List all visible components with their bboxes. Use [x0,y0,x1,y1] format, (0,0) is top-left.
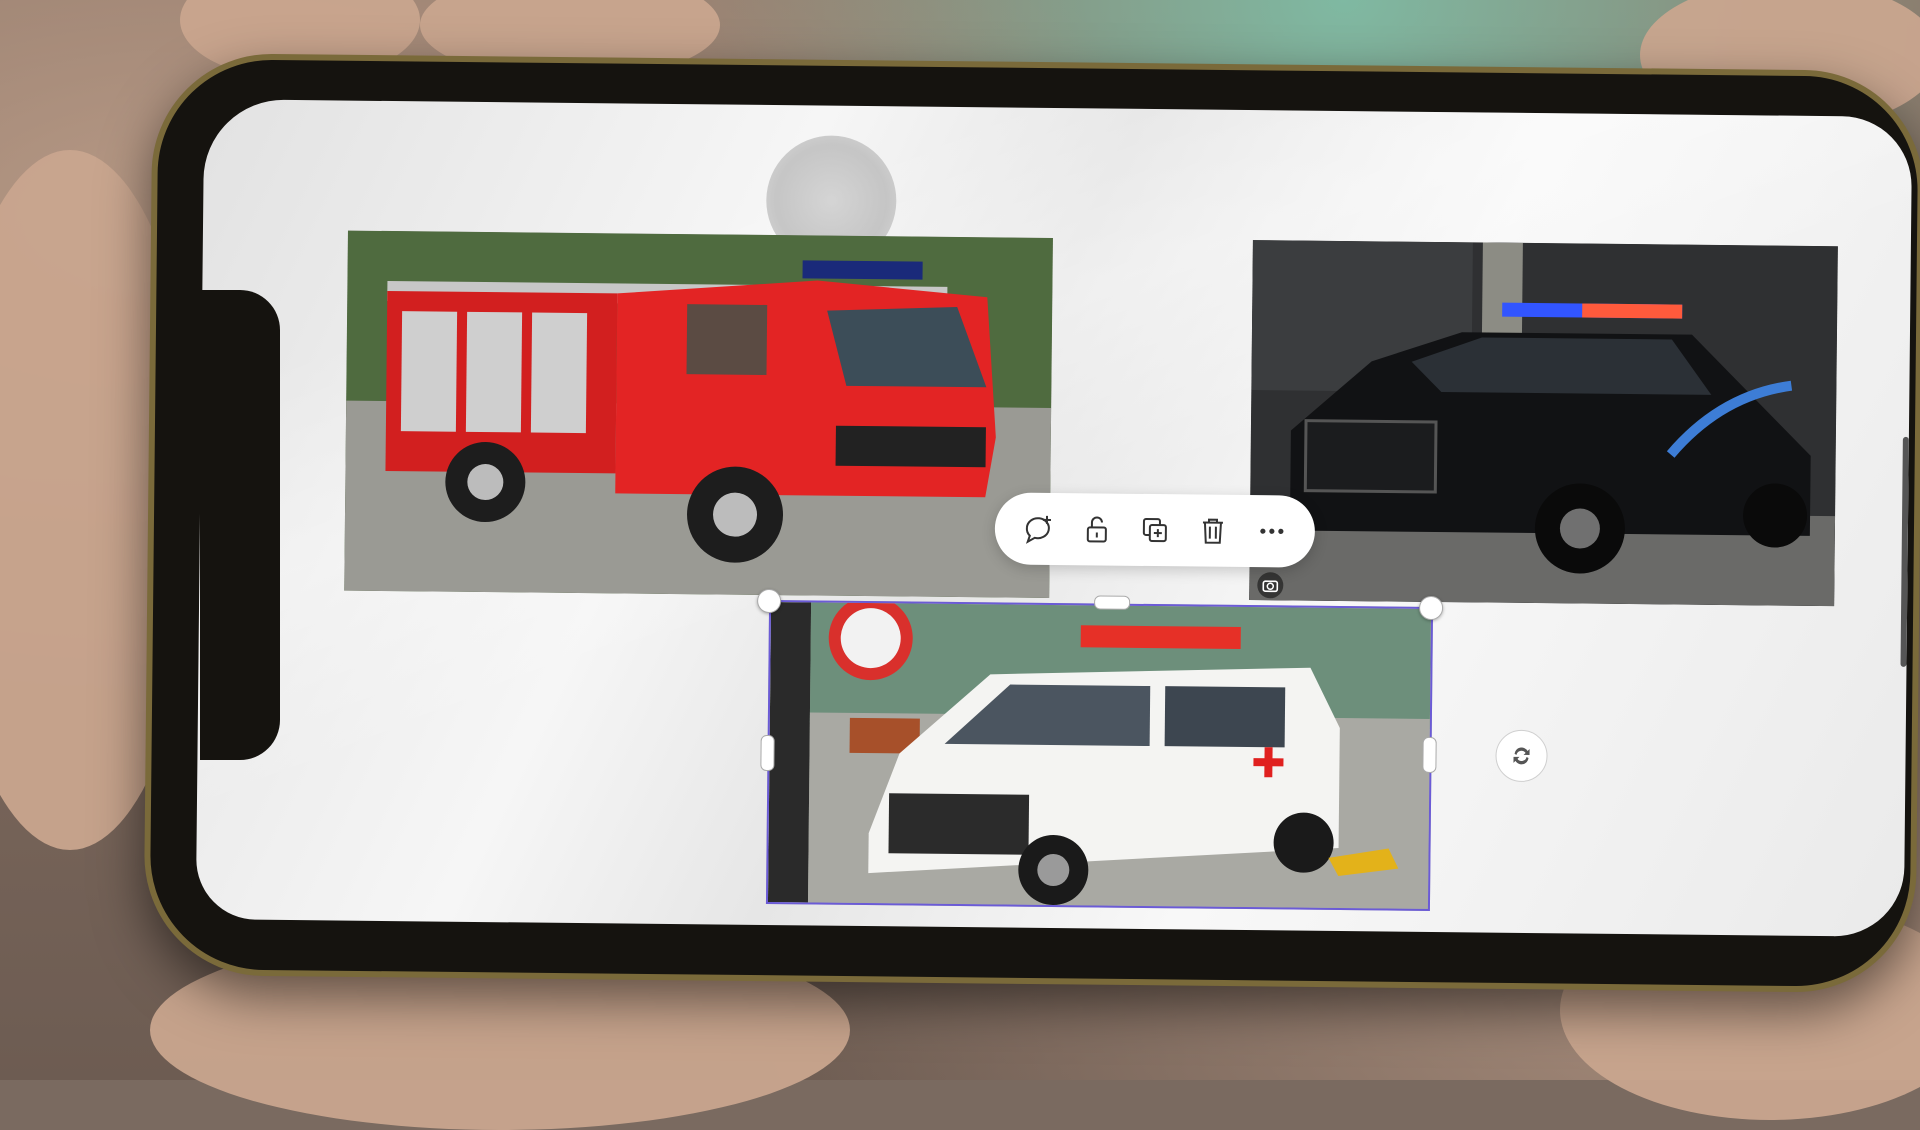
resize-handle-top-right[interactable] [1418,595,1444,621]
police-car-image[interactable] [1249,240,1838,607]
police-car-illustration [1249,240,1838,607]
resize-handle-top[interactable] [1094,595,1131,610]
resize-handle-left[interactable] [760,734,775,772]
fire-truck-image[interactable] [344,230,1053,598]
more-icon[interactable] [1248,508,1294,554]
add-comment-icon[interactable] [1015,506,1061,552]
delete-icon[interactable] [1190,507,1236,553]
ambulance-image-selected[interactable] [765,600,1434,911]
floating-toolbar [994,492,1316,568]
resize-handle-top-left[interactable] [756,588,782,614]
unlock-icon[interactable] [1073,506,1119,552]
duplicate-icon[interactable] [1132,507,1178,553]
phone-notch [200,290,280,760]
replace-image-icon[interactable] [1495,729,1548,783]
fire-truck-illustration [344,230,1053,598]
ambulance-illustration [767,600,1432,909]
camera-badge-icon[interactable] [1257,572,1284,599]
resize-handle-right[interactable] [1422,736,1437,774]
phone-screen [195,99,1913,937]
